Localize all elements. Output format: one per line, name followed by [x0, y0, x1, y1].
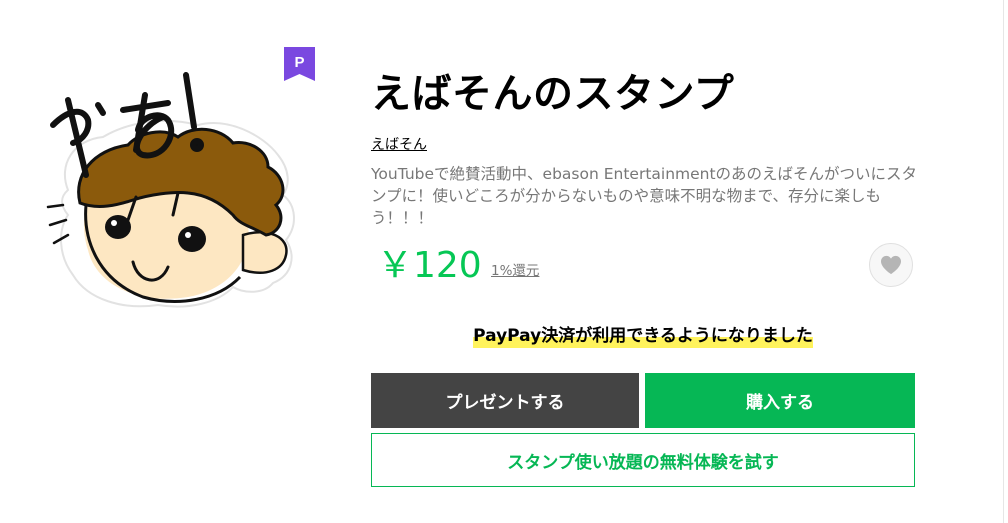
sticker-description: YouTubeで絶賛活動中、ebason Entertainmentのあのえばそ… [371, 165, 918, 227]
present-button[interactable]: プレゼントする [371, 373, 639, 428]
page-title: えばそんのスタンプ [371, 71, 735, 117]
paypay-notice-text: PayPay決済が利用できるようになりました [473, 322, 813, 348]
premium-badge: P [284, 47, 315, 81]
price: ￥120 [377, 245, 482, 286]
reward-link[interactable]: 1%還元 [491, 259, 539, 279]
sticker-product-page: P えばそんのスタンプ えばそん YouTubeで絶賛活動中、ebason En… [0, 0, 1008, 523]
premium-badge-letter: P [294, 54, 304, 71]
author-link[interactable]: えばそん [371, 134, 427, 154]
sticker-image [28, 55, 318, 325]
favorite-button[interactable] [869, 243, 913, 287]
paypay-notice: PayPay決済が利用できるようになりました [371, 322, 915, 348]
heart-icon [881, 255, 901, 275]
divider [1003, 0, 1004, 523]
buy-button[interactable]: 購入する [645, 373, 915, 428]
free-trial-button[interactable]: スタンプ使い放題の無料体験を試す [371, 433, 915, 487]
